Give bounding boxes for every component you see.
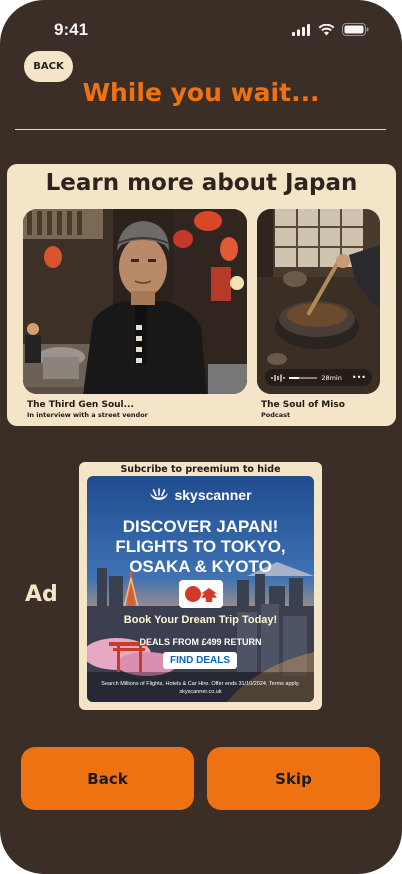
status-icons xyxy=(292,23,369,36)
find-deals-button[interactable]: FIND DEALS xyxy=(163,652,237,669)
app-screen: 9:41 BACK While you wait... Learn more a… xyxy=(0,0,402,874)
podcast-card-soul-of-miso[interactable]: 28min ••• xyxy=(257,209,380,394)
media-subtitle-soul-of-miso: Podcast xyxy=(261,411,291,419)
waveform-icon xyxy=(271,374,285,381)
media-subtitle-street-vendor: In interview with a street vendor xyxy=(27,411,148,419)
ad-url: skyscanner.co.uk xyxy=(179,689,222,695)
status-bar: 9:41 xyxy=(0,20,402,44)
media-title-soul-of-miso: The Soul of Miso xyxy=(261,400,345,410)
ad-tagline: Book Your Dream Trip Today! xyxy=(123,614,278,626)
pagoda-icon xyxy=(201,588,217,602)
street-vendor-photo xyxy=(23,209,247,394)
skyscanner-brand-text: skyscanner xyxy=(174,487,252,503)
learn-more-title: Learn more about Japan xyxy=(45,170,358,196)
ad-label: Ad xyxy=(25,582,58,607)
ad-headline-line-2: FLIGHTS TO TOKYO, xyxy=(115,537,286,556)
back-button[interactable]: Back xyxy=(21,747,194,810)
miso-cooking-photo xyxy=(257,209,380,394)
japan-flag-icon xyxy=(185,586,201,602)
ad-deals-text: DEALS FROM £499 RETURN xyxy=(139,637,262,647)
more-options-icon[interactable]: ••• xyxy=(352,373,366,382)
page-title: While you wait... xyxy=(82,78,320,107)
ad-headline-line-1: DISCOVER JAPAN! xyxy=(122,517,279,536)
video-card-street-vendor[interactable] xyxy=(23,209,247,394)
audio-player-bar[interactable]: 28min ••• xyxy=(265,369,372,386)
wifi-icon xyxy=(318,23,335,35)
ad-container: Subcribe to preemium to hide skyscanner … xyxy=(79,462,322,710)
media-title-street-vendor: The Third Gen Soul... xyxy=(27,400,134,410)
skyscanner-logo: skyscanner xyxy=(87,487,314,503)
skip-button[interactable]: Skip xyxy=(207,747,380,810)
podcast-duration: 28min xyxy=(321,373,342,382)
header-divider xyxy=(15,129,386,130)
ad-headline-line-3: OSAKA & KYOTO xyxy=(129,557,272,576)
status-time: 9:41 xyxy=(54,20,89,39)
audio-progress-fill xyxy=(289,376,299,379)
japan-travel-badge xyxy=(179,580,223,608)
subscribe-premium-notice[interactable]: Subcribe to preemium to hide xyxy=(79,462,322,475)
learn-more-card: Learn more about Japan The Third Gen Sou… xyxy=(7,164,396,426)
audio-progress-track[interactable] xyxy=(289,376,318,379)
battery-icon xyxy=(342,23,369,36)
skyscanner-sunburst-icon xyxy=(150,488,169,501)
ad-fine-print: Search Millions of Flights, Hotels & Car… xyxy=(101,681,300,687)
cellular-signal-icon xyxy=(292,23,310,36)
skyscanner-ad-banner[interactable]: skyscanner DISCOVER JAPAN! FLIGHTS TO TO… xyxy=(87,476,314,702)
